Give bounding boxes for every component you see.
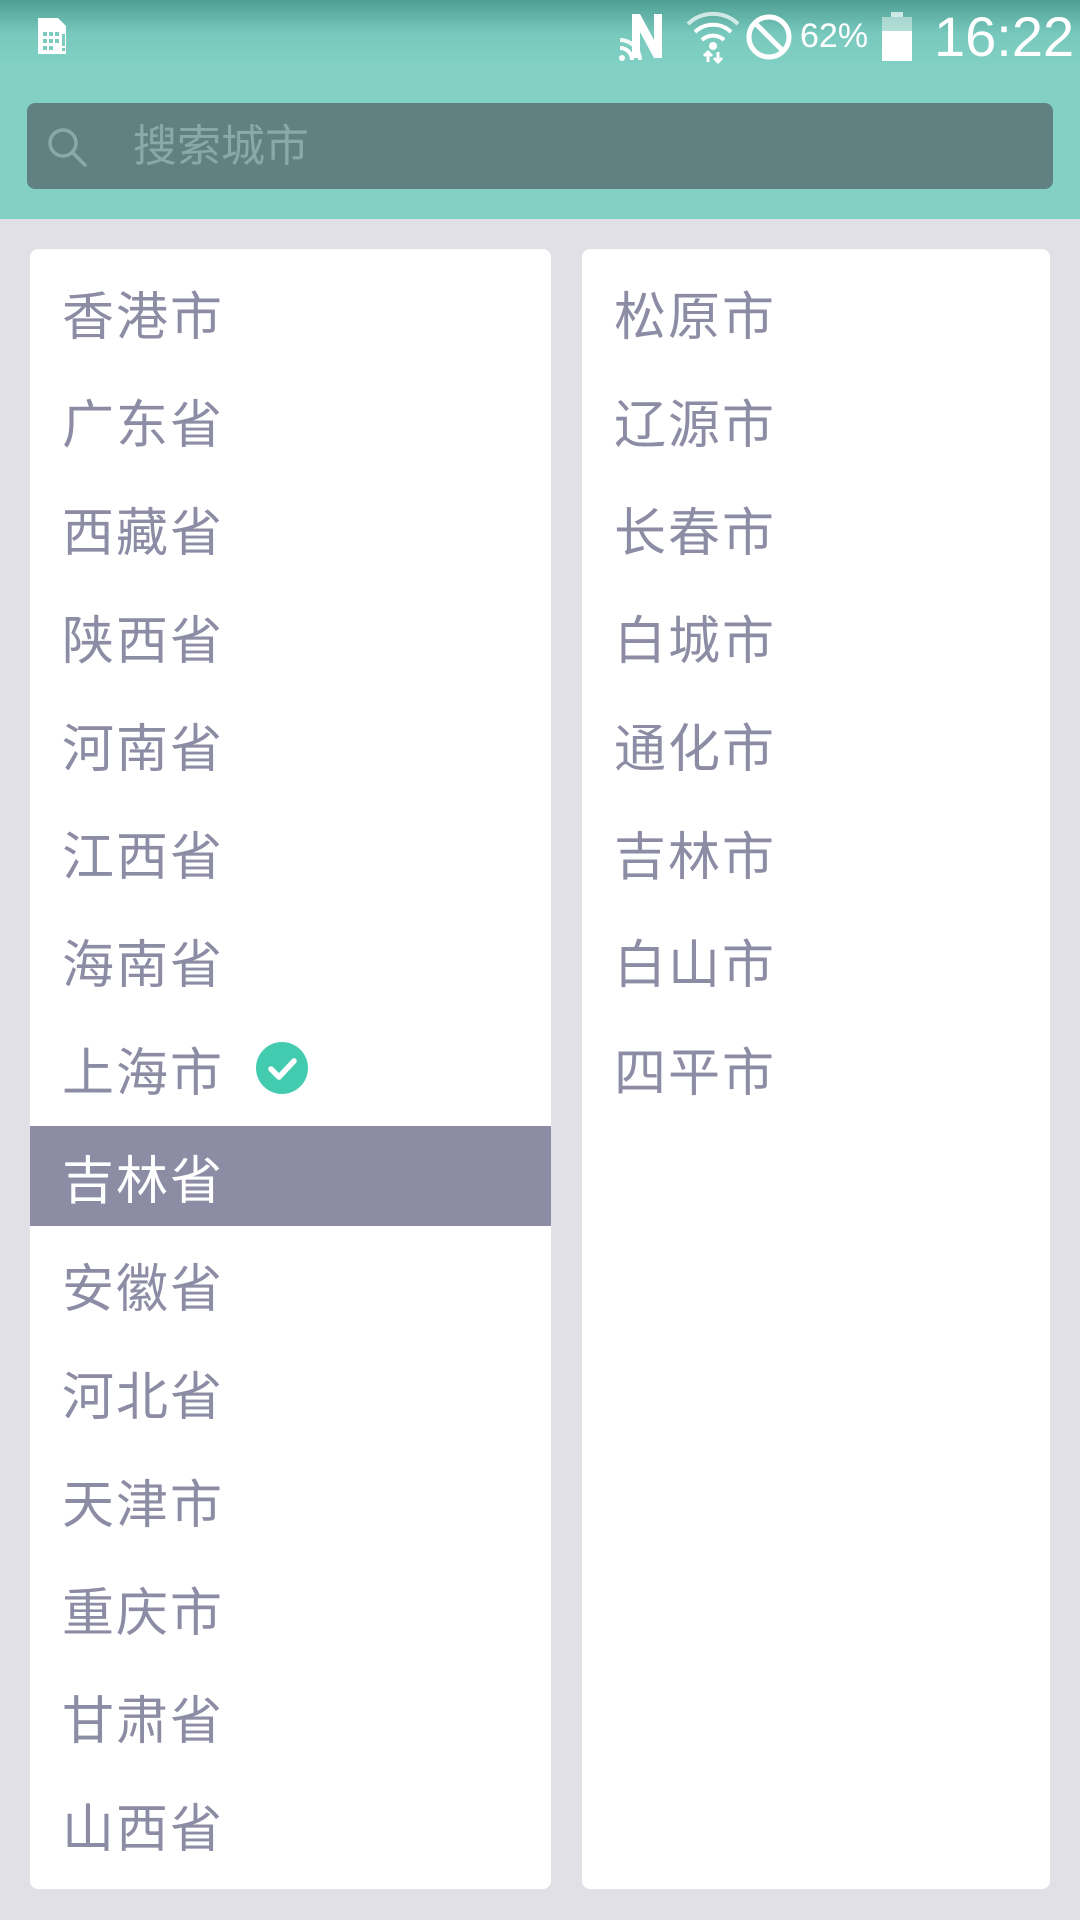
province-item[interactable]: 陕西省 bbox=[30, 586, 551, 686]
city-item[interactable]: 白山市 bbox=[582, 910, 1050, 1010]
app-header: 62% 16:22 bbox=[0, 0, 1080, 219]
search-input[interactable] bbox=[107, 103, 1053, 189]
province-item[interactable]: 天津市 bbox=[30, 1450, 551, 1550]
search-icon bbox=[48, 128, 87, 167]
province-item-label: 河南省 bbox=[62, 719, 225, 780]
province-list[interactable]: 香港市广东省西藏省陕西省河南省江西省海南省上海市吉林省安徽省河北省天津市重庆市甘… bbox=[30, 249, 551, 1889]
city-item[interactable]: 四平市 bbox=[582, 1018, 1050, 1118]
city-item-label: 四平市 bbox=[614, 1043, 777, 1104]
province-item[interactable]: 上海市 bbox=[30, 1018, 551, 1118]
battery-percent: 62% bbox=[800, 17, 869, 55]
city-item-label: 吉林市 bbox=[614, 827, 777, 888]
search-bar[interactable] bbox=[27, 103, 1053, 189]
province-item[interactable]: 江西省 bbox=[30, 802, 551, 902]
province-item-label: 广东省 bbox=[62, 395, 225, 456]
city-item-label: 通化市 bbox=[614, 719, 777, 780]
province-item-label: 河北省 bbox=[62, 1367, 225, 1428]
province-item[interactable]: 海南省 bbox=[30, 910, 551, 1010]
province-item[interactable]: 安徽省 bbox=[30, 1234, 551, 1334]
province-item[interactable]: 西藏省 bbox=[30, 478, 551, 578]
province-item[interactable]: 河南省 bbox=[30, 694, 551, 794]
province-item-label: 重庆市 bbox=[62, 1583, 225, 1644]
province-item[interactable]: 广东省 bbox=[30, 370, 551, 470]
province-item-label: 西藏省 bbox=[62, 503, 225, 564]
do-not-disturb-icon bbox=[746, 14, 792, 60]
city-item-label: 白城市 bbox=[614, 611, 777, 672]
battery-icon bbox=[882, 12, 912, 61]
province-item[interactable]: 吉林省 bbox=[30, 1126, 551, 1226]
city-item-label: 松原市 bbox=[614, 287, 777, 348]
sim-card-alert-icon bbox=[38, 18, 66, 54]
province-item-label: 山西省 bbox=[62, 1799, 225, 1860]
clock: 16:22 bbox=[934, 5, 1075, 68]
province-item[interactable]: 香港市 bbox=[30, 262, 551, 362]
province-item-label: 陕西省 bbox=[62, 611, 225, 672]
province-item-label: 安徽省 bbox=[62, 1259, 225, 1320]
city-item[interactable]: 松原市 bbox=[582, 262, 1050, 362]
province-item[interactable]: 山西省 bbox=[30, 1774, 551, 1874]
province-item-label: 上海市 bbox=[62, 1043, 225, 1104]
status-bar: 62% 16:22 bbox=[0, 0, 1080, 76]
province-item[interactable]: 甘肃省 bbox=[30, 1666, 551, 1766]
province-item-label: 香港市 bbox=[62, 287, 225, 348]
city-list[interactable]: 松原市辽源市长春市白城市通化市吉林市白山市四平市 bbox=[582, 249, 1050, 1889]
province-item[interactable]: 河北省 bbox=[30, 1342, 551, 1442]
city-item-label: 长春市 bbox=[614, 503, 777, 564]
check-circle-icon bbox=[256, 1042, 309, 1094]
city-item[interactable]: 长春市 bbox=[582, 478, 1050, 578]
city-item-label: 辽源市 bbox=[614, 395, 777, 456]
city-item[interactable]: 白城市 bbox=[582, 586, 1050, 686]
province-item-label: 海南省 bbox=[62, 935, 225, 996]
province-item-label: 江西省 bbox=[62, 827, 225, 888]
city-item[interactable]: 吉林市 bbox=[582, 802, 1050, 902]
province-item[interactable]: 重庆市 bbox=[30, 1558, 551, 1658]
province-item-label: 吉林省 bbox=[62, 1151, 225, 1212]
province-item-label: 天津市 bbox=[62, 1475, 225, 1536]
city-item-label: 白山市 bbox=[614, 935, 777, 996]
city-item[interactable]: 辽源市 bbox=[582, 370, 1050, 470]
city-item[interactable]: 通化市 bbox=[582, 694, 1050, 794]
province-item-label: 甘肃省 bbox=[62, 1691, 225, 1752]
nfc-icon bbox=[619, 14, 662, 61]
wifi-icon bbox=[686, 11, 740, 64]
